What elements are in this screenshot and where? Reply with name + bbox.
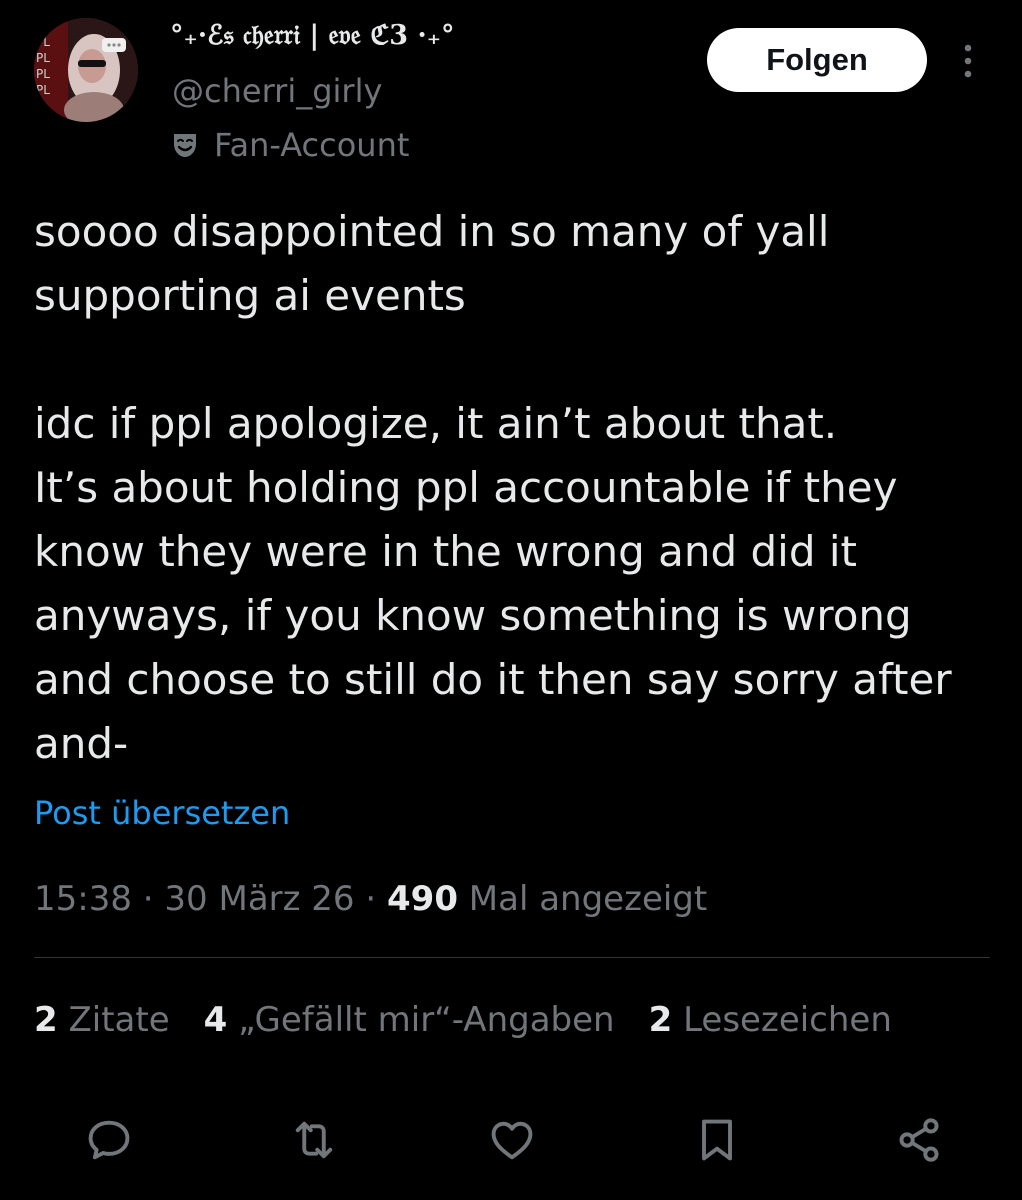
- affiliation-label: Fan-Account: [214, 126, 410, 164]
- theater-mask-icon: [174, 134, 196, 157]
- affiliation-badge: Fan-Account: [170, 126, 409, 164]
- quotes-stat[interactable]: 2 Zitate: [34, 1000, 170, 1040]
- share-icon: [899, 1118, 939, 1162]
- share-button[interactable]: [884, 1105, 954, 1175]
- repost-button[interactable]: [279, 1105, 349, 1175]
- avatar-image: PL PL PL PL: [34, 18, 138, 122]
- svg-text:PL: PL: [36, 67, 50, 81]
- views-count: 490: [387, 879, 458, 919]
- bookmarks-stat[interactable]: 2 Lesezeichen: [649, 1000, 892, 1040]
- bookmark-button[interactable]: [682, 1105, 752, 1175]
- svg-text:PL: PL: [36, 83, 50, 97]
- tweet-meta: 15:38 · 30 März 26 · 490 Mal angezeigt: [34, 879, 707, 919]
- follow-button[interactable]: Folgen: [707, 28, 927, 92]
- likes-stat[interactable]: 4 „Gefällt mir“-Angaben: [204, 1000, 615, 1040]
- reply-button[interactable]: [74, 1105, 144, 1175]
- display-name[interactable]: °₊·ℰ𝔰 𝔠𝔥𝔢𝔯𝔯𝔦 | 𝔢𝔳𝔢 ℭ3 ·₊°: [170, 20, 455, 52]
- repost-icon: [295, 1121, 333, 1159]
- divider: [34, 957, 990, 958]
- more-vertical-icon[interactable]: [953, 42, 983, 82]
- bookmark-icon: [702, 1119, 732, 1161]
- tweet-text: soooo disappointed in so many of yall su…: [34, 207, 952, 768]
- avatar[interactable]: PL PL PL PL: [34, 18, 138, 122]
- tweet-date[interactable]: 30 März 26: [164, 879, 354, 919]
- translate-post-link[interactable]: Post übersetzen: [34, 794, 290, 832]
- views-label: Mal angezeigt: [457, 879, 708, 919]
- svg-text:PL: PL: [36, 35, 50, 49]
- meta-separator: ·: [354, 879, 387, 919]
- engagement-stats: 2 Zitate 4 „Gefällt mir“-Angaben 2 Lesez…: [34, 1000, 892, 1040]
- tweet-time[interactable]: 15:38: [34, 879, 132, 919]
- svg-text:PL: PL: [36, 51, 50, 65]
- heart-icon: [491, 1121, 533, 1160]
- user-handle[interactable]: @cherri_girly: [172, 72, 382, 110]
- like-button[interactable]: [477, 1105, 547, 1175]
- meta-separator: ·: [131, 879, 165, 919]
- action-bar: [34, 1105, 990, 1175]
- reply-icon: [88, 1120, 130, 1160]
